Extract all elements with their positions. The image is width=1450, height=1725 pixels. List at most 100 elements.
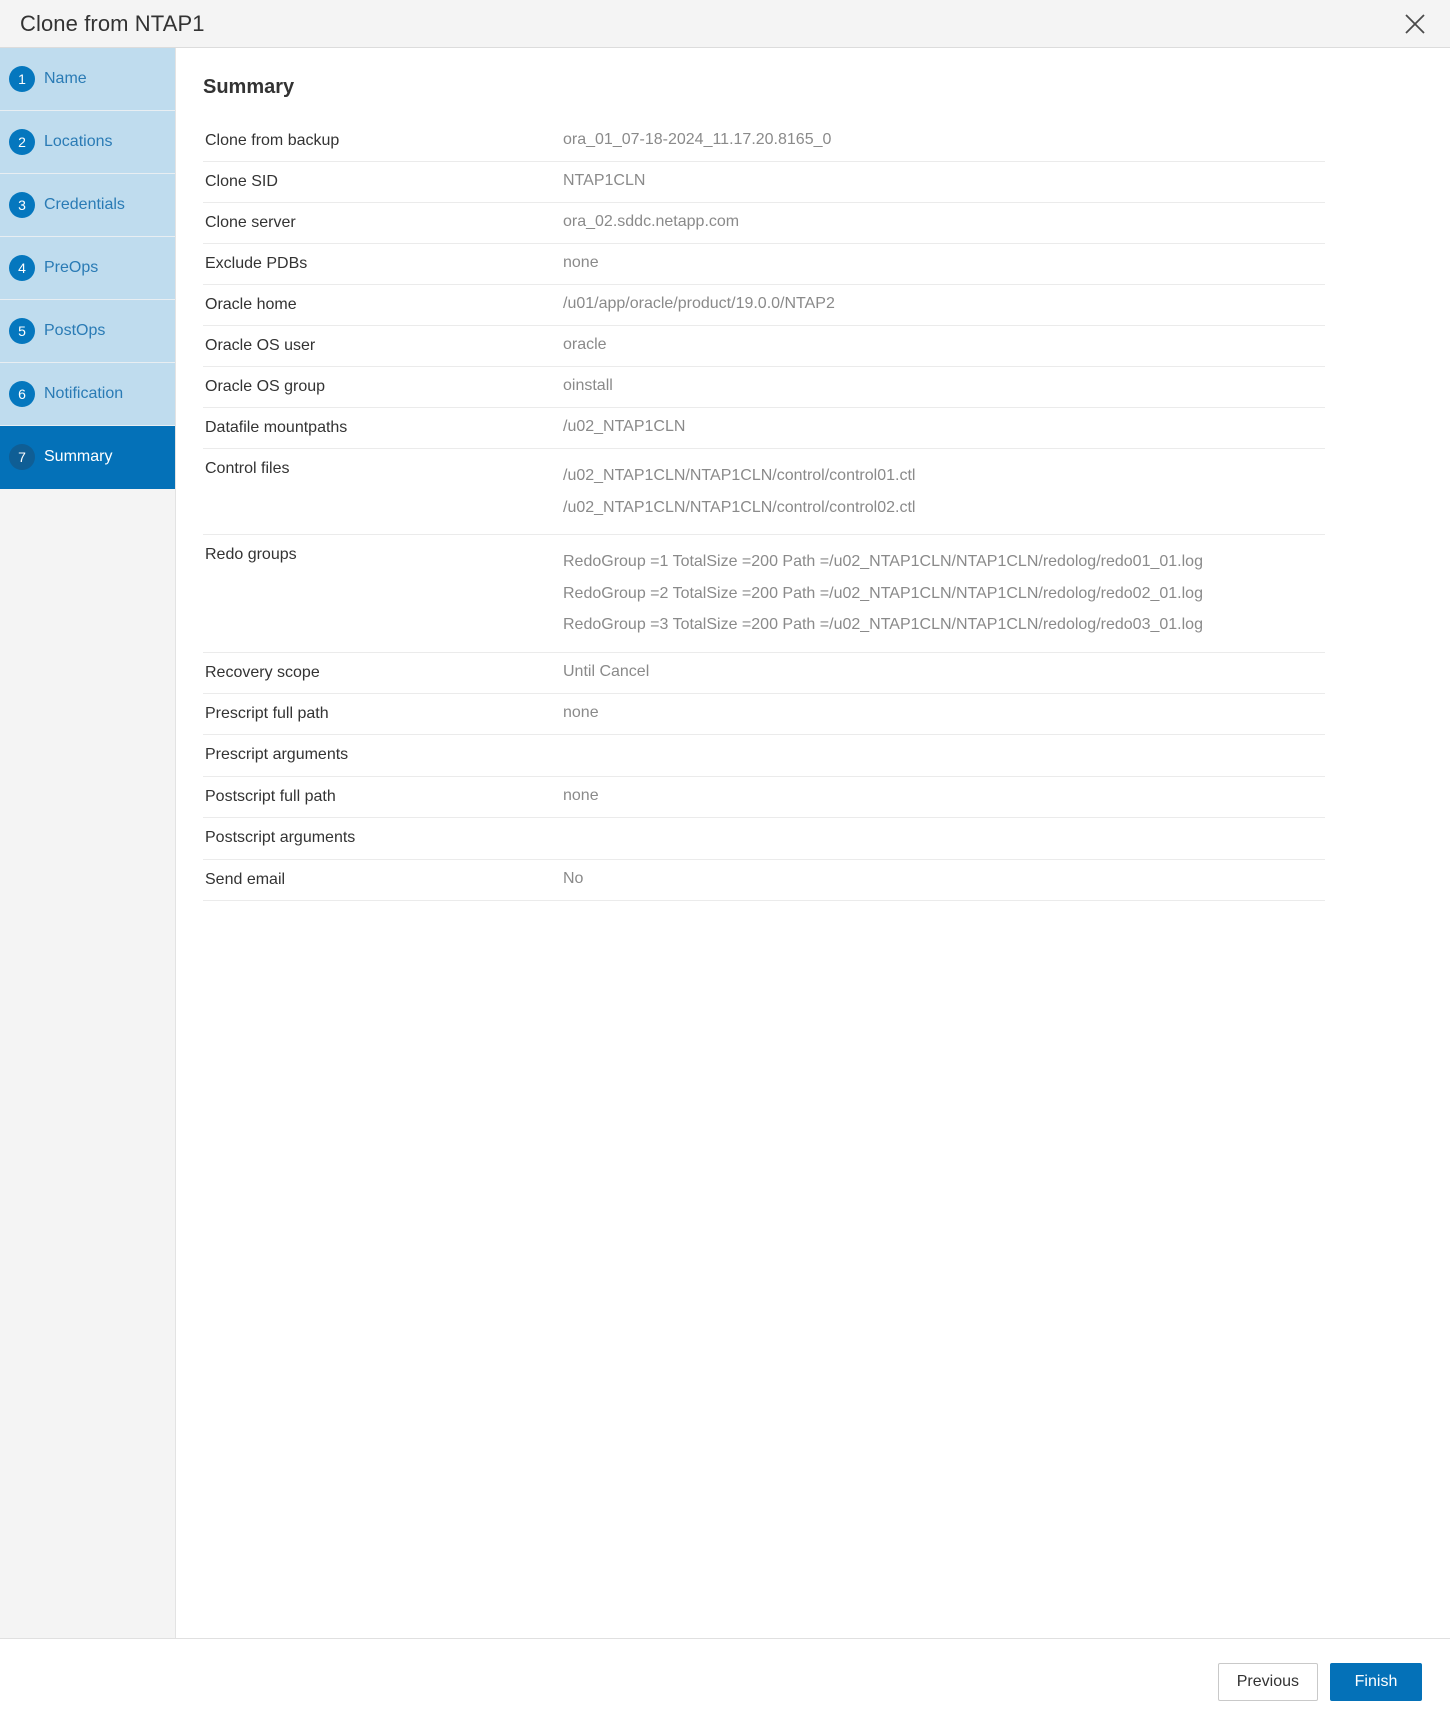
previous-button[interactable]: Previous <box>1217 1663 1318 1701</box>
summary-value-line: /u02_NTAP1CLN/NTAP1CLN/control/control01… <box>563 467 916 484</box>
dialog-body: 1 Name 2 Locations 3 Credentials 4 PreOps 5 PostO… <box>0 48 1450 1639</box>
summary-row-value <box>563 734 1325 777</box>
sidebar-step-credentials[interactable]: 3 Credentials <box>0 174 175 237</box>
summary-row-label: Clone server <box>203 202 563 244</box>
dialog-footer: Previous Finish <box>0 1639 1450 1725</box>
summary-value-line: ora_02.sddc.netapp.com <box>563 213 740 230</box>
step-label: PostOps <box>44 322 106 339</box>
summary-value-line: RedoGroup =2 TotalSize =200 Path =/u02_N… <box>563 584 1203 602</box>
summary-value-line: oinstall <box>563 377 613 394</box>
clone-wizard-dialog: Clone from NTAP1 1 Name 2 Locations 3 Credent… <box>0 0 1450 1725</box>
summary-row-value: oinstall <box>563 366 1325 408</box>
summary-value-line: none <box>563 786 599 804</box>
wizard-steps-sidebar: 1 Name 2 Locations 3 Credentials 4 PreOps 5 PostO… <box>0 48 176 1638</box>
step-label: PreOps <box>44 259 99 276</box>
summary-row-label: Clone from backup <box>203 121 563 162</box>
sidebar-step-summary[interactable]: 7 Summary <box>0 426 175 489</box>
summary-value-line: ora_01_07-18-2024_11.17.20.8165_0 <box>563 131 832 148</box>
page-title: Summary <box>203 76 295 98</box>
summary-row: Postscript full path none <box>203 776 1325 818</box>
summary-row: Redo groups RedoGroup =1 TotalSize =200 P… <box>203 534 1325 653</box>
summary-value-line <box>563 830 567 848</box>
summary-value-line <box>563 747 567 765</box>
summary-row: Clone server ora_02.sddc.netapp.com <box>203 202 1325 244</box>
summary-row: Prescript arguments <box>203 734 1325 777</box>
step-label: Notification <box>44 385 124 402</box>
sidebar-step-postops[interactable]: 5 PostOps <box>0 300 175 363</box>
finish-button[interactable]: Finish <box>1330 1663 1422 1701</box>
step-number-badge: 7 <box>9 444 35 470</box>
summary-row-label: Oracle OS user <box>203 325 563 367</box>
summary-row-value: ora_01_07-18-2024_11.17.20.8165_0 <box>563 121 1325 162</box>
summary-row-label: Exclude PDBs <box>203 243 563 285</box>
sidebar-step-notification[interactable]: 6 Notification <box>0 363 175 426</box>
summary-panel: Summary Clone from backup ora_01_07-18-20… <box>176 48 1450 1638</box>
step-number-badge: 6 <box>9 381 35 407</box>
summary-row-label: Clone SID <box>203 161 563 203</box>
summary-row-label: Oracle home <box>203 284 563 326</box>
summary-row-value: /u02_NTAP1CLN/NTAP1CLN/control/control01… <box>563 448 1325 536</box>
step-number-badge: 4 <box>9 255 35 281</box>
sidebar-step-name[interactable]: 1 Name <box>0 48 175 111</box>
summary-row: Clone SID NTAP1CLN <box>203 161 1325 203</box>
summary-value-line: NTAP1CLN <box>563 172 646 189</box>
summary-value-line: No <box>563 869 584 887</box>
step-label: Locations <box>44 133 113 150</box>
step-number-badge: 2 <box>9 129 35 155</box>
summary-row: Control files/u02_NTAP1CLN/NTAP1CLN/cont… <box>203 448 1325 536</box>
summary-row: Prescript full path none <box>203 693 1325 735</box>
step-number-badge: 1 <box>9 66 35 92</box>
sidebar-step-locations[interactable]: 2 Locations <box>0 111 175 174</box>
summary-row-value: No <box>563 859 1325 901</box>
summary-row-value: none <box>563 776 1325 818</box>
summary-row-label: Send email <box>203 859 563 901</box>
summary-row-value: none <box>563 693 1325 735</box>
summary-row: Clone from backup ora_01_07-18-2024_11.17… <box>203 121 1325 162</box>
summary-row: Oracle OS group oinstall <box>203 366 1325 408</box>
summary-row-label: Prescript full path <box>203 693 563 735</box>
summary-row: Send email No <box>203 859 1325 901</box>
summary-row-value: /u02_NTAP1CLN <box>563 407 1325 449</box>
summary-row-value: RedoGroup =1 TotalSize =200 Path =/u02_N… <box>563 534 1325 653</box>
summary-row-value: NTAP1CLN <box>563 161 1325 203</box>
summary-value-line: /u02_NTAP1CLN <box>563 418 686 435</box>
summary-row-value: ora_02.sddc.netapp.com <box>563 202 1325 244</box>
step-label: Name <box>44 70 87 87</box>
summary-row: Recovery scope Until Cancel <box>203 652 1325 694</box>
close-icon[interactable] <box>1398 7 1432 41</box>
dialog-title: Clone from NTAP1 <box>20 10 205 36</box>
summary-row: Oracle home/u01/app/oracle/product/19.0.… <box>203 284 1325 326</box>
summary-row-value <box>563 817 1325 860</box>
summary-value-line: RedoGroup =3 TotalSize =200 Path =/u02_N… <box>563 616 1203 634</box>
summary-row: Oracle OS user oracle <box>203 325 1325 367</box>
summary-row-value: /u01/app/oracle/product/19.0.0/NTAP2 <box>563 284 1325 326</box>
summary-row-label: Postscript full path <box>203 776 563 818</box>
step-number-badge: 3 <box>9 192 35 218</box>
summary-row-value: Until Cancel <box>563 652 1325 694</box>
summary-value-line: /u02_NTAP1CLN/NTAP1CLN/control/control02… <box>563 498 916 516</box>
summary-value-line: none <box>563 254 599 271</box>
step-number-badge: 5 <box>9 318 35 344</box>
summary-row: Datafile mountpaths/u02_NTAP1CLN <box>203 407 1325 449</box>
summary-table: Clone from backup ora_01_07-18-2024_11.17… <box>203 121 1325 901</box>
step-label: Summary <box>44 448 113 465</box>
summary-row-label: Datafile mountpaths <box>203 407 563 449</box>
sidebar-step-preops[interactable]: 4 PreOps <box>0 237 175 300</box>
summary-value-line: none <box>563 703 599 721</box>
summary-value-line: /u01/app/oracle/product/19.0.0/NTAP2 <box>563 295 835 312</box>
step-label: Credentials <box>44 196 125 213</box>
summary-value-line: RedoGroup =1 TotalSize =200 Path =/u02_N… <box>563 553 1203 571</box>
summary-value-line: Until Cancel <box>563 662 650 680</box>
summary-row-value: oracle <box>563 325 1325 367</box>
dialog-titlebar: Clone from NTAP1 <box>0 0 1450 48</box>
summary-row-label: Redo groups <box>203 534 563 653</box>
summary-row: Exclude PDBs none <box>203 243 1325 285</box>
summary-row-label: Prescript arguments <box>203 734 563 777</box>
summary-row: Postscript arguments <box>203 817 1325 860</box>
summary-row-label: Recovery scope <box>203 652 563 694</box>
summary-row-label: Postscript arguments <box>203 817 563 860</box>
summary-row-value: none <box>563 243 1325 285</box>
summary-row-label: Oracle OS group <box>203 366 563 408</box>
summary-value-line: oracle <box>563 336 607 353</box>
summary-row-label: Control files <box>203 448 563 536</box>
